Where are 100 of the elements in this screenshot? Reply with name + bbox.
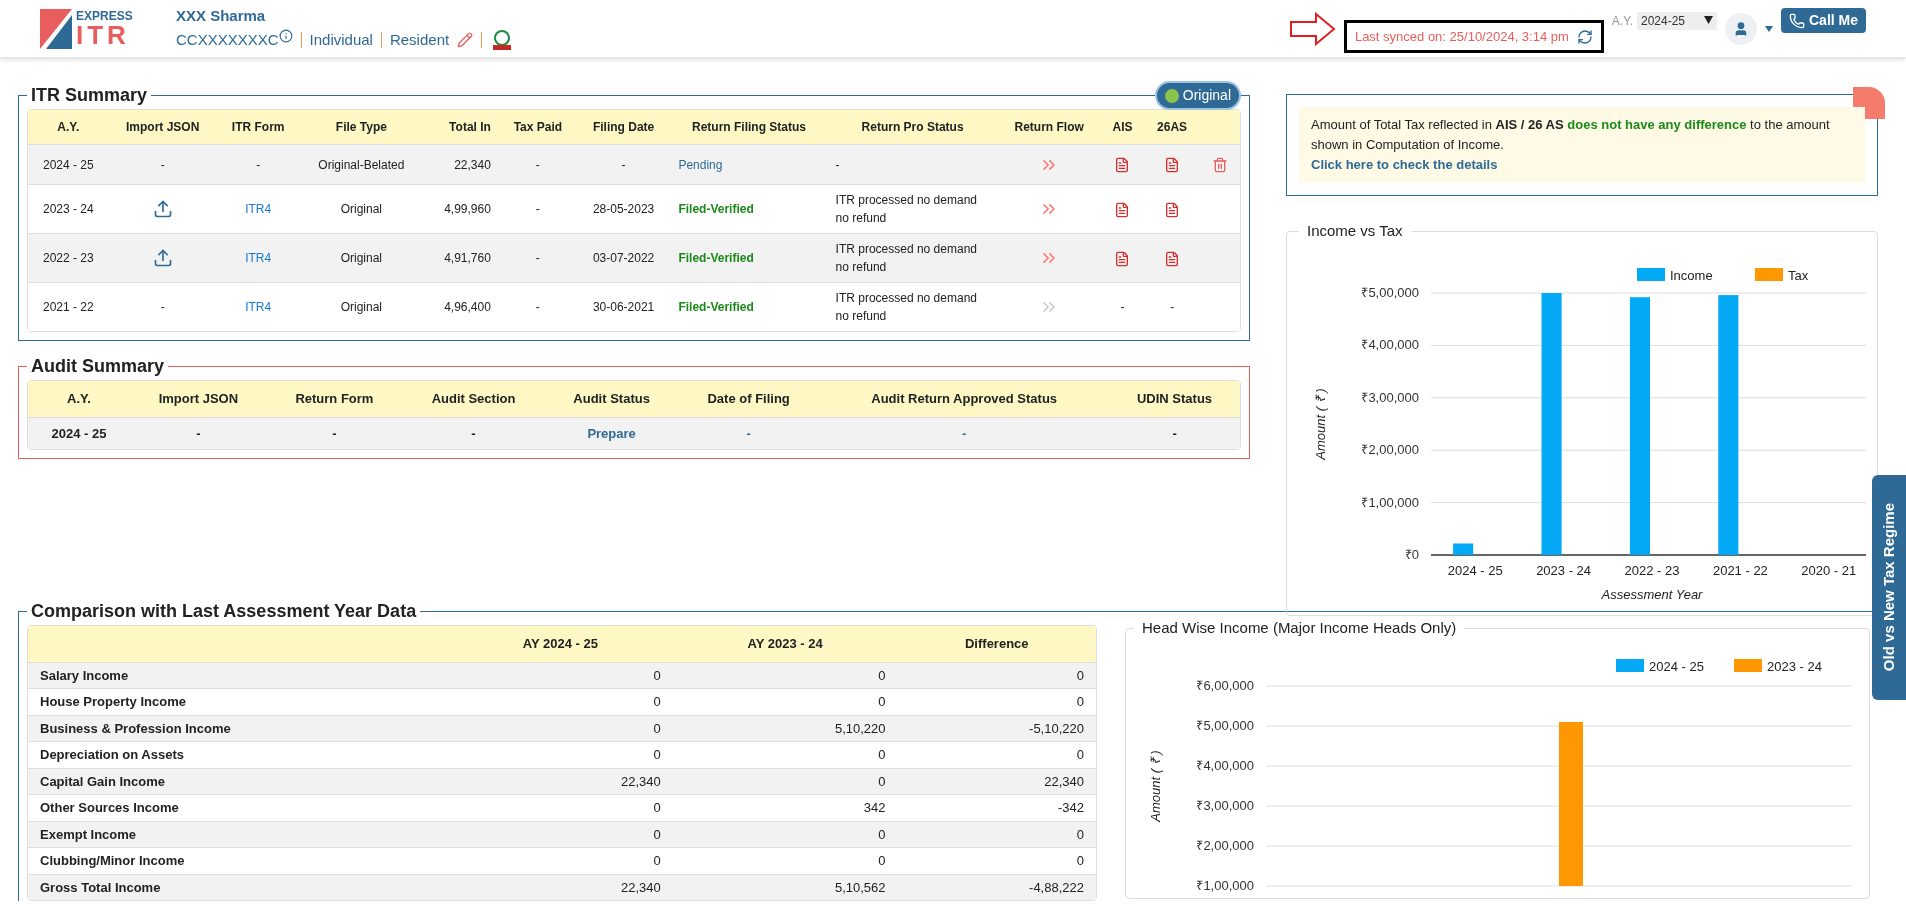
column-header: Audit Status xyxy=(545,381,679,417)
pdf-file-icon[interactable] xyxy=(1164,157,1181,174)
legend-label: Income xyxy=(1670,267,1713,283)
row-label: Salary Income xyxy=(40,667,129,683)
table-cell: 0 xyxy=(878,667,886,683)
table-cell: 2024 - 25 xyxy=(51,425,107,441)
sync-status: Last synced on: 25/10/2024, 3:14 pm xyxy=(1343,19,1604,54)
table-cell: 0 xyxy=(1076,667,1084,683)
table-cell: 22,340 xyxy=(621,773,661,789)
table-cell: 03-07-2022 xyxy=(592,251,655,265)
legend-label: Tax xyxy=(1788,267,1809,283)
user-name: XXX Sharma xyxy=(176,6,267,27)
column-header: Return Pro Status xyxy=(827,110,998,145)
caret-icon[interactable] xyxy=(1765,25,1773,32)
filing-status: Filed-Verified xyxy=(678,202,754,216)
table-cell: 0 xyxy=(878,773,886,789)
pdf-file-icon[interactable] xyxy=(1114,201,1131,218)
table-cell: - xyxy=(535,157,540,172)
original-badge[interactable]: Original xyxy=(1154,81,1241,110)
table-cell: 0 xyxy=(878,826,886,842)
table-cell: - xyxy=(1172,425,1177,441)
column-header: AY 2024 - 25 xyxy=(448,626,673,662)
table-cell: - xyxy=(1170,300,1175,314)
bar xyxy=(1453,542,1474,555)
y-tick-label: ₹3,00,000 xyxy=(1361,389,1419,405)
table-cell: 0 xyxy=(878,747,886,762)
legend-swatch xyxy=(1616,658,1644,672)
pdf-file-icon[interactable] xyxy=(1114,157,1131,174)
table-cell: 5,10,220 xyxy=(834,720,886,736)
row-label: Business & Profession Income xyxy=(40,720,231,736)
row-label: House Property Income xyxy=(40,694,186,709)
table-link[interactable]: - xyxy=(962,425,967,441)
y-tick-label: ₹0 xyxy=(1404,546,1419,562)
column-header: Import JSON xyxy=(129,381,267,417)
call-me-button[interactable]: Call Me xyxy=(1781,8,1866,33)
column-header: Difference xyxy=(897,626,1096,662)
check-details-link[interactable]: Click here to check the details xyxy=(1311,157,1498,172)
table-link[interactable]: Prepare xyxy=(587,425,636,441)
table-cell: - xyxy=(535,300,540,314)
table-link[interactable]: - xyxy=(746,425,751,441)
table-cell: 2021 - 22 xyxy=(42,300,94,314)
form-link[interactable]: ITR4 xyxy=(245,202,272,216)
table-cell: - xyxy=(256,157,261,172)
tax-regime-tab[interactable]: Old vs New Tax Regime xyxy=(1872,475,1906,700)
x-tick-label: 2021 - 22 xyxy=(1712,562,1768,578)
table-cell: - xyxy=(160,300,165,314)
table-cell: - xyxy=(471,425,476,441)
table-cell: 0 xyxy=(653,747,661,762)
ay-select[interactable]: 2024-25 xyxy=(1637,11,1717,30)
row-label: Gross Total Income xyxy=(40,879,161,895)
delete-icon[interactable] xyxy=(1212,157,1228,174)
filing-status[interactable]: Pending xyxy=(678,157,723,172)
column-header: Audit Section xyxy=(401,381,546,417)
brand-name: ITR xyxy=(76,21,130,48)
y-axis-title: Amount ( ₹ ) xyxy=(1313,387,1328,460)
ay-label: A.Y. xyxy=(1611,12,1633,30)
table-cell: 0 xyxy=(1076,747,1084,762)
section-title: ITR Summary xyxy=(30,84,149,107)
legend-swatch xyxy=(1755,267,1783,281)
x-tick-label: 2022 - 23 xyxy=(1624,562,1680,578)
info-icon[interactable] xyxy=(278,28,293,43)
pdf-file-icon[interactable] xyxy=(1164,250,1181,267)
brand-name: EXPRESS xyxy=(76,9,133,22)
column-header: Date of Filing xyxy=(678,381,820,417)
pdf-file-icon[interactable] xyxy=(1164,201,1181,218)
table-cell: - xyxy=(621,157,626,172)
y-tick-label: ₹2,00,000 xyxy=(1196,837,1254,853)
column-header: Filing Date xyxy=(576,110,671,145)
table-cell: Original xyxy=(340,300,383,314)
x-axis-title: Assessment Year xyxy=(1601,586,1703,602)
upload-icon[interactable] xyxy=(152,248,173,268)
column-header: Return Filing Status xyxy=(670,110,828,145)
form-link[interactable]: ITR4 xyxy=(245,251,272,265)
edit-icon[interactable] xyxy=(457,31,474,48)
table-cell: 0 xyxy=(653,720,661,736)
upload-icon[interactable] xyxy=(152,199,173,219)
column-header: File Type xyxy=(299,110,424,145)
pan-number: CCXXXXXXXC xyxy=(176,29,279,50)
residency-status: Resident xyxy=(389,29,450,50)
legend-label: 2023 - 24 xyxy=(1767,658,1822,674)
column-header: Return Flow xyxy=(997,110,1101,145)
chart-title: Income vs Tax xyxy=(1306,221,1404,241)
y-tick-label: ₹5,00,000 xyxy=(1361,284,1419,300)
refresh-icon[interactable] xyxy=(1576,28,1593,45)
y-tick-label: ₹6,00,000 xyxy=(1196,677,1254,693)
filing-status: Filed-Verified xyxy=(678,300,754,314)
table-cell: 0 xyxy=(1076,826,1084,842)
user-avatar[interactable] xyxy=(1725,12,1757,45)
table-cell: ITR processed no demand no refund xyxy=(835,291,977,323)
table-cell: Original xyxy=(340,202,383,216)
filing-status: Filed-Verified xyxy=(678,251,754,265)
pdf-file-icon[interactable] xyxy=(1114,250,1131,267)
row-label: Clubbing/Minor Income xyxy=(40,853,185,868)
y-tick-label: ₹4,00,000 xyxy=(1196,757,1254,773)
taxpayer-status: Individual xyxy=(309,29,373,50)
table-cell: 4,99,960 xyxy=(444,202,491,216)
table-cell: 0 xyxy=(878,694,886,709)
table-cell: 342 xyxy=(863,800,886,815)
chart-title: Head Wise Income (Major Income Heads Only) xyxy=(1141,618,1458,638)
form-link[interactable]: ITR4 xyxy=(245,300,272,314)
